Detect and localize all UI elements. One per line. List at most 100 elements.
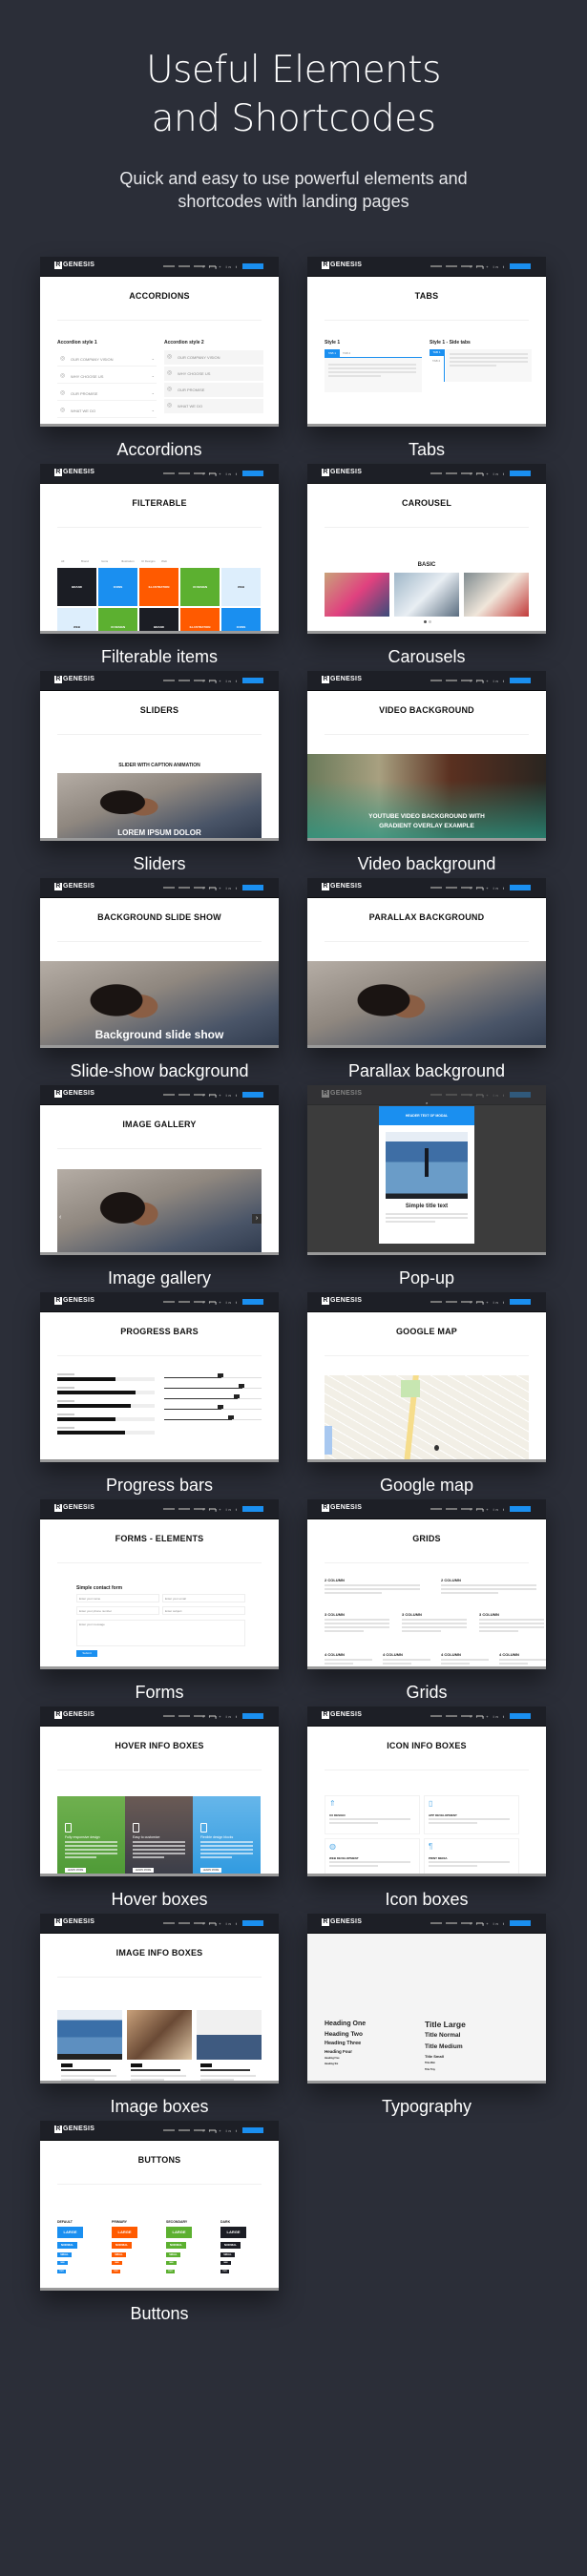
- thumbnail-accordions[interactable]: R GENESIS f t g+ in t ACCORDIONS Accordion…: [40, 257, 279, 427]
- side-tab-1[interactable]: TAB 1: [430, 349, 444, 356]
- filter-tile[interactable]: BRAND: [57, 568, 96, 606]
- buy-button[interactable]: [242, 1299, 263, 1305]
- thumbnail-sliders[interactable]: R GENESIS f t g+ in t SLIDERS SLIDER WITH …: [40, 671, 279, 841]
- chevron-right-icon[interactable]: ›: [252, 1214, 262, 1224]
- social-icons[interactable]: f t g+ in t: [471, 1507, 506, 1512]
- social-icons[interactable]: f t g+ in t: [203, 1300, 239, 1305]
- thumbnail-icon[interactable]: R GENESIS f t g+ in t ICON INFO BOXES ⇑ UX …: [307, 1707, 546, 1876]
- primary-mini-button[interactable]: MINI: [112, 2261, 122, 2265]
- filter-icons[interactable]: Icons: [101, 559, 108, 563]
- tab-2[interactable]: TAB 2: [343, 351, 350, 355]
- default-mini-button[interactable]: MINI: [57, 2261, 68, 2265]
- buy-button[interactable]: [242, 471, 263, 476]
- social-icons[interactable]: f t g+ in t: [203, 2128, 239, 2133]
- thumbnail-popup[interactable]: R GENESIS f t g+ in t HEADER TEXT OF MODA…: [307, 1085, 546, 1255]
- dark-large-button[interactable]: LARGE: [220, 2227, 246, 2238]
- thumbnail-carousel[interactable]: R GENESIS f t g+ in t CAROUSEL BASIC: [307, 464, 546, 634]
- chevron-left-icon[interactable]: ‹: [59, 1214, 61, 1221]
- default-large-button[interactable]: LARGE: [57, 2227, 83, 2238]
- social-icons[interactable]: f t g+ in t: [471, 471, 506, 476]
- message-textarea[interactable]: Enter your message: [76, 1620, 245, 1646]
- secondary-small-button[interactable]: SMALL: [166, 2252, 180, 2257]
- default-normal-button[interactable]: NORMAL: [57, 2242, 77, 2249]
- buy-button[interactable]: [242, 885, 263, 890]
- thumbnail-map[interactable]: R GENESIS f t g+ in t GOOGLE MAP: [307, 1292, 546, 1462]
- filter-tile[interactable]: WEB: [57, 608, 96, 634]
- thumbnail-hover[interactable]: R GENESIS f t g+ in t HOVER INFO BOXES Ful…: [40, 1707, 279, 1876]
- filter-tile[interactable]: UI DESIGN: [180, 568, 220, 606]
- thumbnail-slideshow[interactable]: R GENESIS f t g+ in t BACKGROUND SLIDE SH…: [40, 878, 279, 1048]
- thumbnail-gallery[interactable]: R GENESIS f t g+ in t IMAGE GALLERY › ‹: [40, 1085, 279, 1255]
- buy-button[interactable]: [510, 1092, 531, 1098]
- filter-ui-designs[interactable]: UI Designs: [141, 559, 156, 563]
- social-icons[interactable]: f t g+ in t: [471, 1300, 506, 1305]
- buy-button[interactable]: [510, 263, 531, 269]
- filter-tile[interactable]: WEB: [221, 568, 261, 606]
- social-icons[interactable]: f t g+ in t: [203, 1093, 239, 1098]
- thumbnail-buttons[interactable]: R GENESIS f t g+ in t BUTTONS DEFAULT LARGE…: [40, 2121, 279, 2291]
- default-small-button[interactable]: SMALL: [57, 2252, 72, 2257]
- social-icons[interactable]: f t g+ in t: [471, 1714, 506, 1719]
- filter-tile[interactable]: ICONS: [221, 608, 261, 634]
- buy-button[interactable]: [242, 678, 263, 683]
- accordion-item[interactable]: ◎ OUR PROMISE ⌄: [57, 387, 157, 401]
- form-field[interactable]: Enter your phone number: [76, 1606, 159, 1615]
- thumbnail-forms[interactable]: R GENESIS f t g+ in t FORMS - ELEMENTS Sim…: [40, 1499, 279, 1669]
- filter-illustration[interactable]: Illustration: [121, 559, 135, 563]
- buy-button[interactable]: [510, 1506, 531, 1512]
- default-tiny-button[interactable]: TINY: [57, 2270, 66, 2273]
- social-icons[interactable]: f t g+ in t: [471, 264, 506, 269]
- accordion-item[interactable]: ◎ WHAT WE DO ⌄: [57, 404, 157, 418]
- accordion-item[interactable]: ◎ OUR COMPANY VISION: [164, 350, 263, 365]
- social-icons[interactable]: f t g+ in t: [471, 886, 506, 890]
- thumbnail-tabs[interactable]: R GENESIS f t g+ in t TABS Style 1 Style 1 …: [307, 257, 546, 427]
- accordion-item[interactable]: ◎ WHY CHOOSE US: [164, 367, 263, 381]
- filter-tile[interactable]: ILLUSTRATION: [180, 608, 220, 634]
- primary-tiny-button[interactable]: TINY: [112, 2270, 120, 2273]
- social-icons[interactable]: f t g+ in t: [203, 1714, 239, 1719]
- secondary-mini-button[interactable]: MINI: [166, 2261, 177, 2265]
- social-icons[interactable]: f t g+ in t: [471, 1921, 506, 1926]
- google-map[interactable]: [325, 1375, 529, 1462]
- buy-button[interactable]: [510, 471, 531, 476]
- secondary-large-button[interactable]: LARGE: [166, 2227, 192, 2238]
- tab-1[interactable]: TAB 1: [325, 349, 340, 357]
- buy-button[interactable]: [510, 1299, 531, 1305]
- form-field[interactable]: Enter subject: [162, 1606, 245, 1615]
- learn-more-button[interactable]: LEARN MORE: [133, 1868, 154, 1873]
- learn-more-button[interactable]: LEARN MORE: [200, 1868, 221, 1873]
- social-icons[interactable]: f t g+ in t: [471, 1093, 506, 1098]
- thumbnail-grids[interactable]: R GENESIS f t g+ in t GRIDS 2 COLUMN 2 COLU…: [307, 1499, 546, 1669]
- primary-small-button[interactable]: SMALL: [112, 2252, 126, 2257]
- primary-large-button[interactable]: LARGE: [112, 2227, 137, 2238]
- social-icons[interactable]: f t g+ in t: [203, 264, 239, 269]
- dark-tiny-button[interactable]: TINY: [220, 2270, 229, 2273]
- thumbnail-typography[interactable]: RGENESIS f t g+ in t TYPOGRAPHYHeading O…: [307, 1914, 546, 2084]
- close-icon[interactable]: ×: [426, 1100, 428, 1105]
- buy-button[interactable]: [242, 2127, 263, 2133]
- filter-all[interactable]: All: [61, 559, 64, 563]
- dark-small-button[interactable]: SMALL: [220, 2252, 235, 2257]
- accordion-item[interactable]: ◎ OUR PROMISE: [164, 383, 263, 397]
- dark-normal-button[interactable]: NORMAL: [220, 2242, 241, 2249]
- gallery-image[interactable]: [57, 1169, 262, 1255]
- thumbnail-filterable[interactable]: R GENESIS f t g+ in t FILTERABLE All Brand I…: [40, 464, 279, 634]
- social-icons[interactable]: f t g+ in t: [203, 1921, 239, 1926]
- social-icons[interactable]: f t g+ in t: [471, 679, 506, 683]
- buy-button[interactable]: [510, 678, 531, 683]
- social-icons[interactable]: f t g+ in t: [203, 1507, 239, 1512]
- filter-tile[interactable]: ILLUSTRATION: [139, 568, 178, 606]
- buy-button[interactable]: [242, 1713, 263, 1719]
- thumbnail-video[interactable]: R GENESIS f t g+ in t VIDEO BACKGROUND YOU…: [307, 671, 546, 841]
- secondary-normal-button[interactable]: NORMAL: [166, 2242, 186, 2249]
- submit-button[interactable]: Submit: [76, 1650, 97, 1657]
- social-icons[interactable]: f t g+ in t: [203, 886, 239, 890]
- buy-button[interactable]: [510, 1920, 531, 1926]
- filter-tile[interactable]: ICONS: [98, 568, 137, 606]
- social-icons[interactable]: f t g+ in t: [203, 679, 239, 683]
- filter-tile[interactable]: UI DESIGN: [98, 608, 137, 634]
- thumbnail-imagebox[interactable]: R GENESIS f t g+ in t IMAGE INFO BOXES: [40, 1914, 279, 2084]
- accordion-item[interactable]: ◎ WHY CHOOSE US ⌄: [57, 369, 157, 384]
- buy-button[interactable]: [510, 885, 531, 890]
- accordion-item[interactable]: ◎ OUR COMPANY VISION ⌄: [57, 352, 157, 367]
